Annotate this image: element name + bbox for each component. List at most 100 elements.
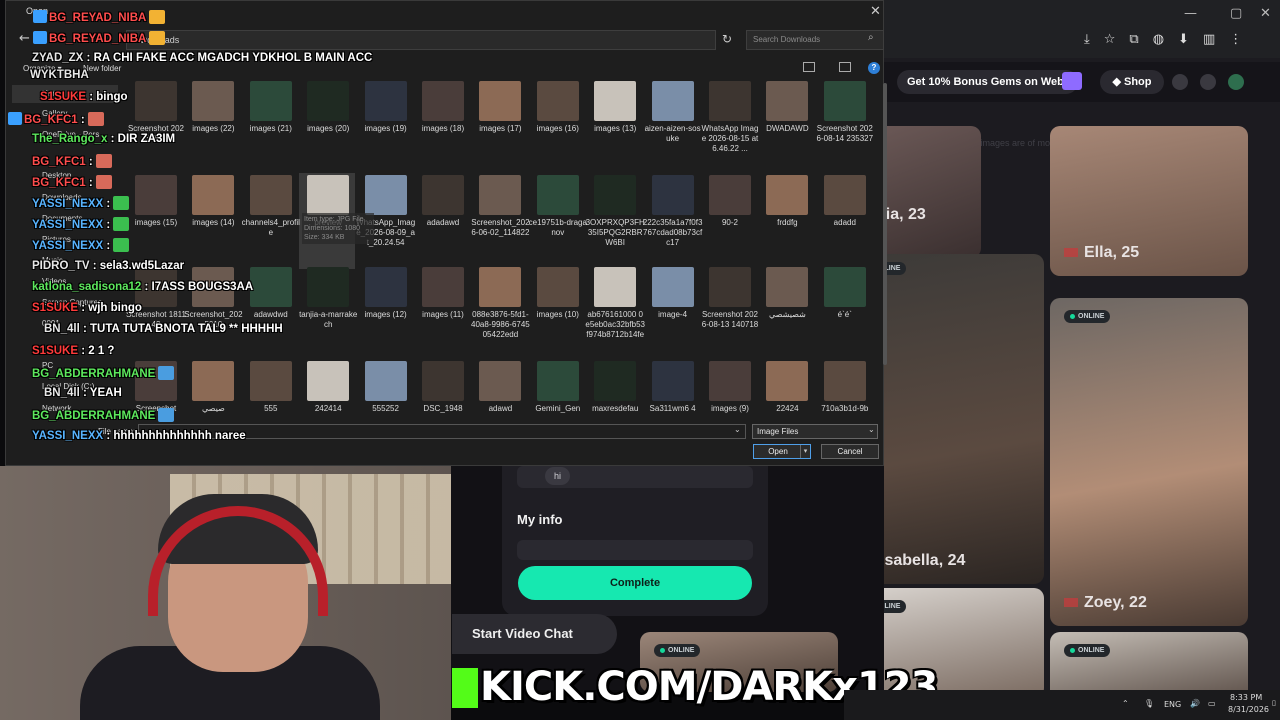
- file-item[interactable]: DWADAWD: [757, 81, 817, 134]
- chat-text: : 2 1 ?: [78, 345, 115, 357]
- tray-chevron-icon[interactable]: ⌃: [1122, 699, 1129, 708]
- file-item[interactable]: images (15): [126, 175, 186, 228]
- close-window-icon[interactable]: ✕: [1260, 6, 1271, 21]
- file-name: 555252: [372, 404, 399, 413]
- view-options-icon[interactable]: [803, 62, 815, 72]
- file-item[interactable]: tanjia-a-marrakech: [298, 267, 358, 330]
- chevron-down-icon[interactable]: ⌄: [868, 425, 875, 434]
- gift-icon[interactable]: [1062, 72, 1082, 90]
- file-item[interactable]: images (9): [700, 361, 760, 414]
- minimize-icon[interactable]: —: [1184, 6, 1197, 21]
- file-item[interactable]: 90-2: [700, 175, 760, 228]
- clock-date[interactable]: 8/31/2026: [1228, 705, 1269, 714]
- file-item[interactable]: aizen-aizen-sosuke: [643, 81, 703, 144]
- file-item[interactable]: channels4_profile: [241, 175, 301, 238]
- file-item[interactable]: WhatsApp Image 2026-08-15 at 6.46.22 ...: [700, 81, 760, 154]
- file-item[interactable]: Screenshot 2026-08-13 140718: [700, 267, 760, 330]
- file-item[interactable]: images (17): [470, 81, 530, 134]
- inbox-icon[interactable]: [1172, 74, 1188, 90]
- profile-card[interactable]: Ella, 25: [1050, 126, 1248, 276]
- search-input[interactable]: Search Downloads: [746, 30, 884, 50]
- preview-pane-icon[interactable]: [839, 62, 851, 72]
- install-icon[interactable]: ⤓: [1084, 32, 1090, 47]
- back-arrow-icon[interactable]: ←: [19, 31, 30, 46]
- maximize-icon[interactable]: ▢: [1230, 6, 1242, 21]
- start-video-chat-button[interactable]: Start Video Chat: [452, 614, 617, 654]
- split-icon[interactable]: ▥: [1203, 32, 1215, 47]
- file-item[interactable]: adawdwd: [241, 267, 301, 320]
- file-item[interactable]: images (10): [528, 267, 588, 320]
- menu-icon[interactable]: ⋮: [1229, 32, 1242, 47]
- file-item[interactable]: Screenshot 2026-08-14 235327: [815, 81, 875, 144]
- mic-icon[interactable]: 🎙: [1144, 699, 1154, 708]
- file-thumbnail: [135, 81, 177, 121]
- language-indicator[interactable]: ENG: [1164, 700, 1181, 709]
- extensions-icon[interactable]: ⧉: [1129, 32, 1138, 47]
- file-item[interactable]: Screenshot_2025010: [183, 267, 243, 330]
- star-icon[interactable]: ☆: [1104, 32, 1116, 47]
- battery-icon[interactable]: ▭: [1208, 699, 1216, 708]
- profile-icon[interactable]: ◍: [1153, 32, 1164, 47]
- bell-icon[interactable]: [1200, 74, 1216, 90]
- file-item[interactable]: صيصي: [183, 361, 243, 414]
- cancel-button[interactable]: Cancel: [821, 444, 879, 459]
- file-item[interactable]: 710a3b1d-9b: [815, 361, 875, 414]
- file-item[interactable]: Sa311wm6 4: [643, 361, 703, 414]
- file-item[interactable]: images (21): [241, 81, 301, 134]
- file-item[interactable]: adadd: [815, 175, 875, 228]
- chevron-down-icon[interactable]: ⌄: [734, 425, 741, 434]
- volume-icon[interactable]: 🔊: [1190, 699, 1200, 708]
- refresh-icon[interactable]: ↻: [722, 32, 732, 46]
- file-item[interactable]: 22424: [757, 361, 817, 414]
- file-item[interactable]: images (13): [585, 81, 645, 134]
- help-icon[interactable]: ?: [868, 62, 880, 74]
- file-name: adawd: [488, 404, 513, 413]
- file-item[interactable]: images (18): [413, 81, 473, 134]
- my-info-field[interactable]: [517, 540, 753, 560]
- file-item[interactable]: Screenshot 181143: [126, 267, 186, 330]
- scrollbar[interactable]: [883, 83, 887, 365]
- close-icon[interactable]: ✕: [870, 4, 881, 19]
- file-item[interactable]: Gemini_Gen: [528, 361, 588, 414]
- file-item[interactable]: images (22): [183, 81, 243, 134]
- file-item[interactable]: شصيشصي: [757, 267, 817, 320]
- file-item[interactable]: images (20): [298, 81, 358, 134]
- bonus-gems-button[interactable]: Get 10% Bonus Gems on Web!: [897, 70, 1078, 94]
- file-item[interactable]: DSC_1948: [413, 361, 473, 414]
- clock-time[interactable]: 8:33 PM: [1230, 693, 1262, 702]
- address-bar[interactable]: > Do...oads: [126, 30, 716, 50]
- file-item[interactable]: image-4: [643, 267, 703, 320]
- chat-message: BG_REYAD_NIBA: [33, 10, 166, 24]
- file-item[interactable]: images (11): [413, 267, 473, 320]
- file-thumbnail: [192, 175, 235, 215]
- file-item[interactable]: images (16): [528, 81, 588, 134]
- file-item[interactable]: é`é`: [815, 267, 875, 320]
- file-item[interactable]: frddfg: [757, 175, 817, 228]
- file-item[interactable]: adadawd: [413, 175, 473, 228]
- notification-icon[interactable]: ▯: [1272, 699, 1276, 707]
- file-item[interactable]: 555: [241, 361, 301, 414]
- file-item[interactable]: 222c35fa1a7f0f3767cdad08b73cfc17: [643, 175, 703, 248]
- language-chip[interactable]: hi: [545, 467, 571, 485]
- file-item[interactable]: images (19): [356, 81, 416, 134]
- file-item[interactable]: Screenshot_2026-06-02_114822: [470, 175, 530, 238]
- shop-button[interactable]: ◆ Shop: [1100, 70, 1164, 94]
- avatar[interactable]: [1228, 74, 1244, 90]
- download-icon[interactable]: ⬇: [1178, 32, 1189, 47]
- file-thumbnail: [766, 267, 809, 307]
- complete-button[interactable]: Complete: [518, 566, 752, 600]
- file-type-select[interactable]: Image Files: [752, 424, 878, 439]
- open-split-arrow[interactable]: ▾: [800, 445, 810, 458]
- file-item[interactable]: maxresdefau: [585, 361, 645, 414]
- file-item[interactable]: ce19751b-draganov: [528, 175, 588, 238]
- profile-card[interactable]: ONLINE Zoey, 22: [1050, 298, 1248, 626]
- file-item[interactable]: ab676161000 0e5eb0ac32bfb53f974b8712b14f…: [585, 267, 645, 340]
- file-item[interactable]: images (12): [356, 267, 416, 320]
- file-item[interactable]: 088e3876-5fd1-40a8-9986-674505422edd: [470, 267, 530, 340]
- file-item[interactable]: images (14): [183, 175, 243, 228]
- file-item[interactable]: adawd: [470, 361, 530, 414]
- file-item[interactable]: 555252: [356, 361, 416, 414]
- file-item[interactable]: 3OXPRXQP3FH35I5PQG2RBRW6BI: [585, 175, 645, 248]
- chat-text: : DIR ZA3IM: [107, 133, 176, 145]
- file-item[interactable]: 242414: [298, 361, 358, 414]
